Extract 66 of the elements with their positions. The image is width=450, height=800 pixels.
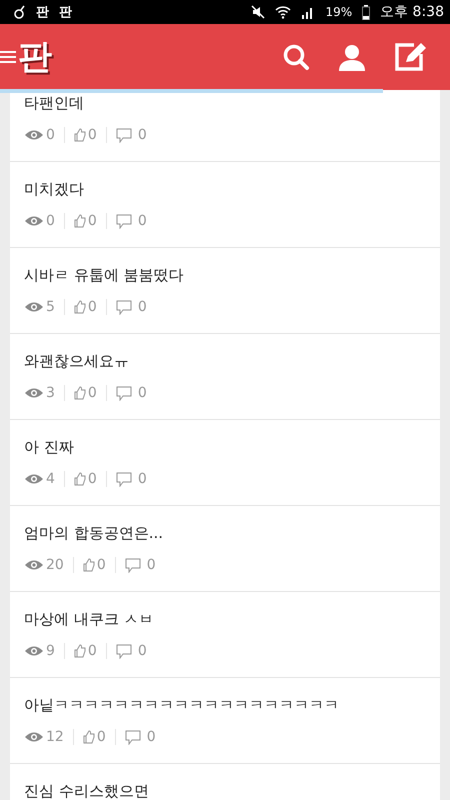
mute-icon	[251, 5, 266, 19]
like-count: 0	[88, 385, 97, 401]
like-count: 0	[88, 471, 97, 487]
thumbs-up-icon	[74, 386, 86, 400]
post-title[interactable]: 타팬인데	[24, 94, 84, 113]
comment-count: 0	[138, 385, 147, 401]
view-count: 9	[46, 643, 55, 659]
comment-count: 0	[138, 643, 147, 659]
eye-icon	[24, 731, 44, 743]
post-title[interactable]: 시바ㄹ 유툽에 붐붐떴다	[24, 266, 184, 285]
post-title[interactable]: 진심 수리스했으면	[24, 782, 149, 800]
comment-count: 0	[138, 299, 147, 315]
comment-icon	[116, 644, 132, 658]
view-count: 20	[46, 557, 64, 573]
view-count: 0	[46, 127, 55, 143]
thumbs-up-icon	[74, 300, 86, 314]
comment-icon	[116, 128, 132, 142]
thumbs-up-icon	[74, 472, 86, 486]
eye-icon	[24, 559, 44, 571]
eye-icon	[24, 473, 44, 485]
notification-app: 판	[36, 4, 49, 21]
like-count: 0	[88, 299, 97, 315]
eye-icon	[24, 129, 44, 141]
post-title[interactable]: 엄마의 합동공연은...	[24, 524, 164, 543]
thumbs-up-icon	[82, 730, 95, 744]
view-count: 4	[46, 471, 55, 487]
thumbs-up-icon	[74, 644, 86, 658]
thumbs-up-icon	[74, 214, 86, 228]
eye-icon	[24, 215, 44, 227]
comment-count: 0	[138, 127, 147, 143]
like-count: 0	[88, 643, 97, 659]
post-title[interactable]: 미치겠다	[24, 180, 84, 199]
post-title[interactable]: 마상에 내쿠크 ㅅㅂ	[24, 610, 154, 629]
post-title[interactable]: 아닡ㅋㅋㅋㅋㅋㅋㅋㅋㅋㅋㅋㅋㅋㅋㅋㅋㅋㅋㅋ	[24, 696, 339, 715]
view-count: 12	[46, 729, 64, 745]
comment-count: 0	[146, 557, 156, 573]
post-title[interactable]: 아 진짜	[24, 438, 74, 457]
comment-count: 0	[138, 471, 147, 487]
like-count: 0	[88, 127, 97, 143]
eye-icon	[24, 387, 44, 399]
thumbs-up-icon	[74, 128, 86, 142]
comment-icon	[124, 558, 141, 572]
view-count: 3	[46, 385, 55, 401]
battery-percent: 19%	[325, 5, 352, 19]
app-logo[interactable]: 판	[18, 34, 52, 80]
comment-count: 0	[138, 213, 147, 229]
comment-icon	[116, 300, 132, 314]
wifi-icon	[275, 5, 292, 19]
thumbs-up-icon	[82, 558, 95, 572]
post-title[interactable]: 와괜찮으세요ㅠ	[24, 352, 129, 371]
like-count: 0	[96, 729, 106, 745]
like-count: 0	[96, 557, 106, 573]
comment-icon	[116, 214, 132, 228]
eye-icon	[24, 301, 44, 313]
notification-app: 판	[59, 4, 72, 21]
notification-icon	[14, 5, 26, 19]
battery-icon	[362, 4, 370, 20]
like-count: 0	[88, 213, 97, 229]
comment-icon	[124, 730, 141, 744]
view-count: 0	[46, 213, 55, 229]
comment-count: 0	[146, 729, 156, 745]
clock: 오후 8:38	[380, 3, 444, 21]
comment-icon	[116, 472, 132, 486]
view-count: 5	[46, 299, 55, 315]
comment-icon	[116, 386, 132, 400]
eye-icon	[24, 645, 44, 657]
